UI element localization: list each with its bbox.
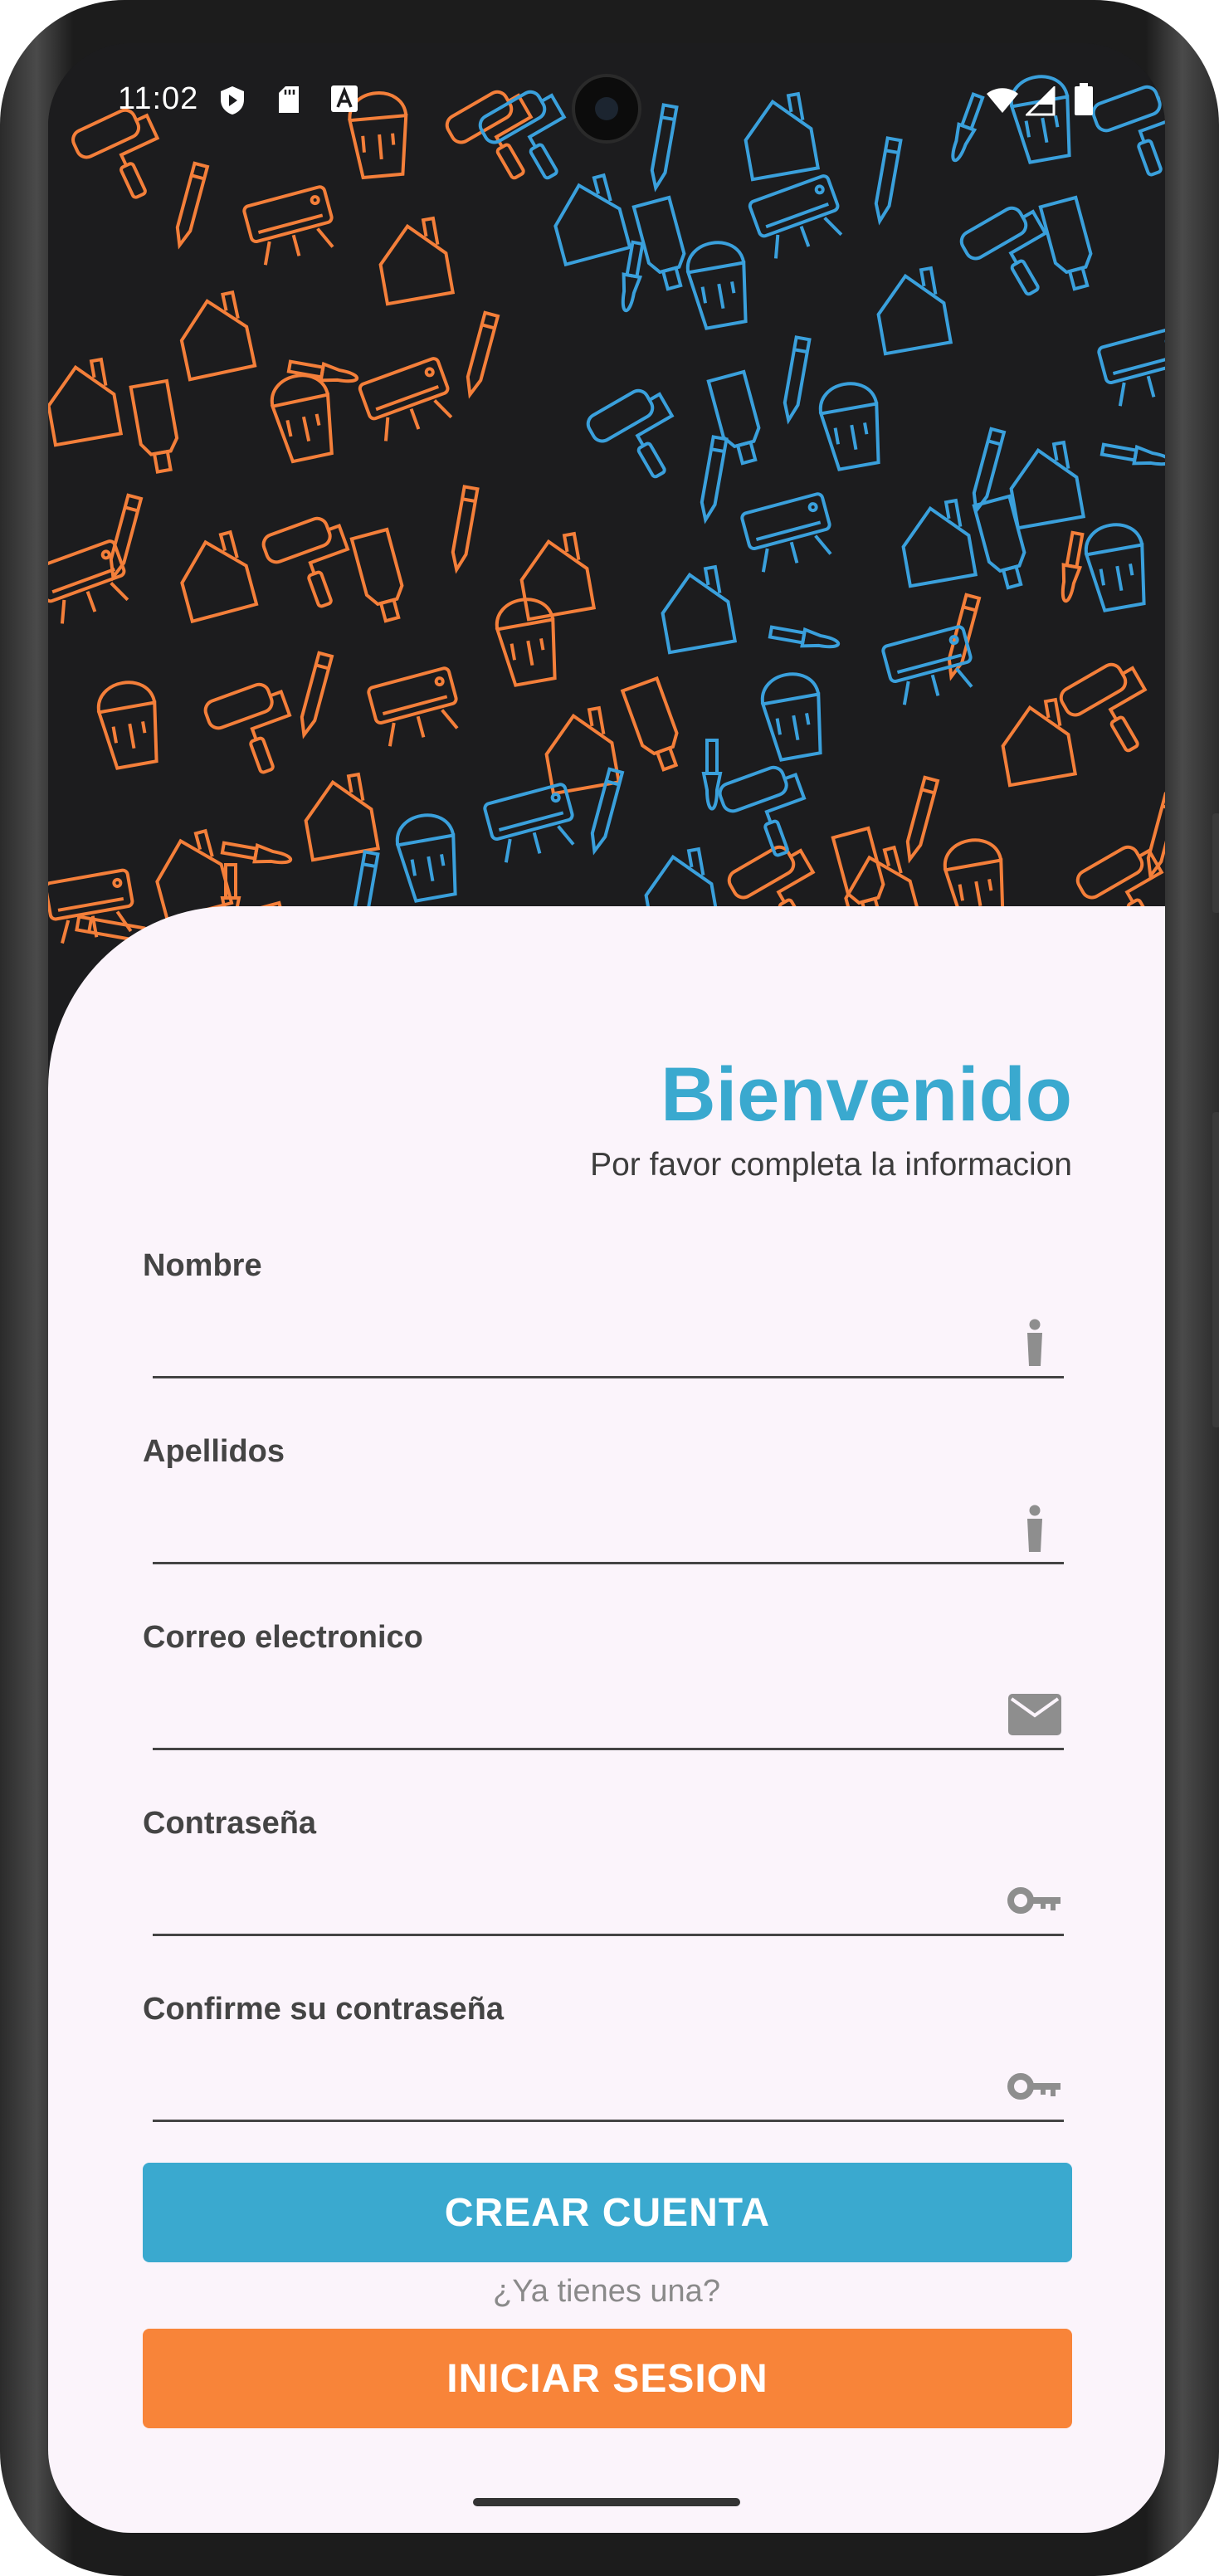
first-name-field: Nombre <box>143 1248 1072 1406</box>
password-input[interactable] <box>153 1856 1064 1936</box>
mail-icon <box>1006 1690 1064 1739</box>
status-bar: 11:02 <box>48 43 1165 144</box>
confirm-password-label: Confirme su contraseña <box>143 1992 504 2027</box>
last-name-field: Apellidos <box>143 1434 1072 1592</box>
screen: 11:02 Bienvenido Por favor completa la i… <box>48 43 1165 2533</box>
home-indicator[interactable] <box>473 2498 740 2506</box>
page-title: Bienvenido <box>661 1052 1072 1137</box>
shield-play-icon <box>219 85 246 120</box>
create-account-button[interactable]: CREAR CUENTA <box>143 2163 1072 2262</box>
doodle-pattern-background <box>48 43 1165 1006</box>
phone-frame: 11:02 Bienvenido Por favor completa la i… <box>0 0 1219 2576</box>
password-field: Contraseña <box>143 1806 1072 1964</box>
email-label: Correo electronico <box>143 1620 423 1655</box>
email-input[interactable] <box>153 1670 1064 1750</box>
status-time: 11:02 <box>118 81 199 116</box>
confirm-password-field: Confirme su contraseña <box>143 1992 1072 2149</box>
key-icon <box>1006 2061 1064 2111</box>
person-icon <box>1006 1318 1064 1368</box>
front-camera <box>572 74 641 144</box>
email-field: Correo electronico <box>143 1620 1072 1778</box>
first-name-label: Nombre <box>143 1248 262 1283</box>
power-button <box>1212 813 1219 913</box>
page-subtitle: Por favor completa la informacion <box>590 1147 1072 1183</box>
key-icon <box>1006 1876 1064 1925</box>
battery-icon <box>1074 83 1094 120</box>
have-account-text: ¿Ya tienes una? <box>493 2274 720 2309</box>
volume-button <box>1212 1112 1219 1427</box>
last-name-input[interactable] <box>153 1484 1064 1564</box>
last-name-label: Apellidos <box>143 1434 285 1469</box>
cell-signal-icon <box>1024 85 1056 120</box>
wifi-icon <box>986 86 1019 119</box>
text-a-icon <box>330 85 358 117</box>
login-button[interactable]: INICIAR SESION <box>143 2329 1072 2428</box>
password-label: Contraseña <box>143 1806 317 1841</box>
confirm-password-input[interactable] <box>153 2042 1064 2122</box>
first-name-input[interactable] <box>153 1298 1064 1378</box>
person-icon <box>1006 1504 1064 1554</box>
sd-card-icon <box>277 85 300 119</box>
